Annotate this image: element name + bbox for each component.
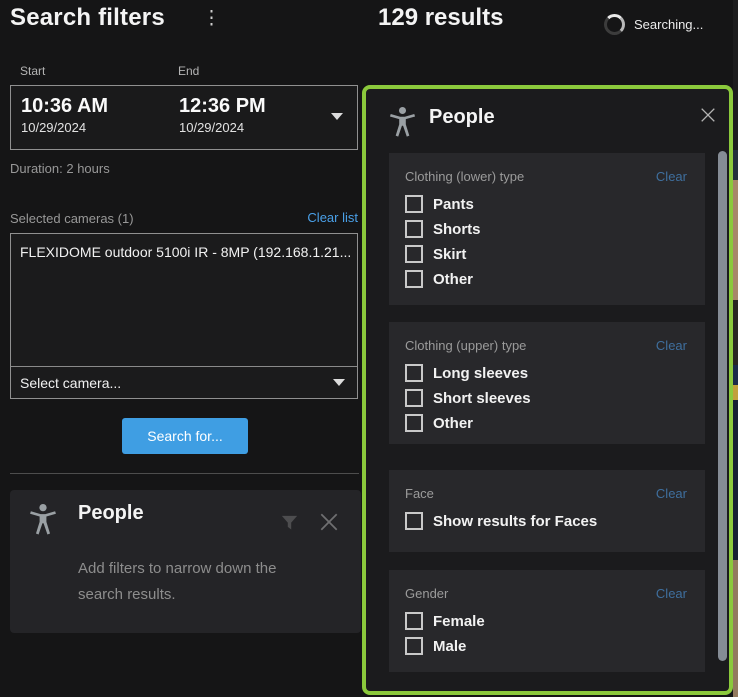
searching-status: Searching...: [634, 17, 703, 32]
checkbox-label: Other: [433, 415, 473, 432]
duration-text: Duration: 2 hours: [10, 161, 110, 176]
results-edge-strip: [733, 300, 738, 365]
close-icon[interactable]: [318, 511, 340, 533]
section-label: Clothing (upper) type: [405, 338, 526, 353]
checkbox[interactable]: [405, 364, 423, 382]
results-edge-strip: [733, 0, 738, 150]
checkbox[interactable]: [405, 414, 423, 432]
scrollbar-thumb[interactable]: [718, 151, 727, 661]
checkbox-label: Pants: [433, 196, 474, 213]
clear-link[interactable]: Clear: [656, 169, 687, 184]
filter-section-face: Face Clear Show results for Faces: [389, 470, 705, 552]
selected-cameras-label: Selected cameras (1): [10, 211, 134, 226]
select-camera-dropdown[interactable]: Select camera...: [11, 366, 357, 398]
checkbox-label: Long sleeves: [433, 365, 528, 382]
person-icon: [389, 107, 416, 140]
results-edge-strip: [733, 400, 738, 560]
checkbox-label: Shorts: [433, 221, 481, 238]
end-time[interactable]: 12:36 PM: [179, 95, 266, 117]
close-icon[interactable]: [699, 106, 717, 124]
checkbox[interactable]: [405, 270, 423, 288]
checkbox-label: Show results for Faces: [433, 513, 597, 530]
checkbox[interactable]: [405, 195, 423, 213]
results-edge-strip: [733, 180, 738, 300]
checkbox[interactable]: [405, 245, 423, 263]
results-edge-strip: [733, 560, 738, 697]
checkbox-row-show-faces[interactable]: Show results for Faces: [405, 512, 687, 530]
popup-title: People: [429, 106, 495, 129]
checkbox-row-short-sleeves[interactable]: Short sleeves: [405, 389, 687, 407]
checkbox-label: Skirt: [433, 246, 466, 263]
loading-spinner-icon: [604, 14, 625, 35]
page-title: Search filters: [10, 4, 165, 32]
time-range-picker[interactable]: 10:36 AM 10/29/2024 12:36 PM 10/29/2024: [10, 85, 358, 150]
camera-list-item[interactable]: FLEXIDOME outdoor 5100i IR - 8MP (192.16…: [20, 244, 350, 260]
end-label: End: [178, 64, 199, 78]
people-card-title: People: [78, 502, 144, 525]
selected-cameras-list: FLEXIDOME outdoor 5100i IR - 8MP (192.16…: [10, 233, 358, 399]
results-edge-strip: [733, 365, 738, 385]
clear-link[interactable]: Clear: [656, 586, 687, 601]
section-label: Clothing (lower) type: [405, 169, 524, 184]
checkbox[interactable]: [405, 220, 423, 238]
start-time[interactable]: 10:36 AM: [21, 95, 108, 117]
checkbox-row-skirt[interactable]: Skirt: [405, 245, 687, 263]
clear-link[interactable]: Clear: [656, 338, 687, 353]
chevron-down-icon: [333, 379, 345, 386]
checkbox-label: Female: [433, 613, 485, 630]
select-camera-placeholder: Select camera...: [20, 375, 121, 391]
checkbox[interactable]: [405, 612, 423, 630]
filter-icon[interactable]: [281, 515, 298, 532]
checkbox-row-other-lower[interactable]: Other: [405, 270, 687, 288]
checkbox-row-pants[interactable]: Pants: [405, 195, 687, 213]
person-icon: [29, 504, 57, 538]
filter-section-clothing-lower: Clothing (lower) type Clear Pants Shorts…: [389, 153, 705, 305]
checkbox-row-female[interactable]: Female: [405, 612, 687, 630]
checkbox-label: Other: [433, 271, 473, 288]
checkbox[interactable]: [405, 512, 423, 530]
checkbox[interactable]: [405, 637, 423, 655]
checkbox-row-long-sleeves[interactable]: Long sleeves: [405, 364, 687, 382]
search-for-button[interactable]: Search for...: [122, 418, 248, 454]
start-date[interactable]: 10/29/2024: [21, 120, 108, 135]
kebab-menu-icon[interactable]: ⋮: [202, 9, 221, 28]
clear-list-link[interactable]: Clear list: [307, 210, 358, 225]
people-filter-card: People Add filters to narrow down the se…: [10, 490, 361, 633]
results-edge-strip: [733, 150, 738, 180]
checkbox[interactable]: [405, 389, 423, 407]
end-date[interactable]: 10/29/2024: [179, 120, 266, 135]
people-card-description: Add filters to narrow down the search re…: [78, 556, 313, 609]
checkbox-label: Short sleeves: [433, 390, 531, 407]
section-label: Gender: [405, 586, 448, 601]
start-label: Start: [20, 64, 45, 78]
search-filters-screen: Search filters ⋮ 129 results Searching..…: [0, 0, 738, 697]
section-divider: [10, 473, 359, 474]
chevron-down-icon[interactable]: [331, 113, 343, 120]
people-filter-popup: People Clothing (lower) type Clear Pants…: [362, 85, 733, 695]
section-label: Face: [405, 486, 434, 501]
clear-link[interactable]: Clear: [656, 486, 687, 501]
results-count: 129 results: [378, 4, 503, 32]
checkbox-label: Male: [433, 638, 466, 655]
filter-section-gender: Gender Clear Female Male: [389, 570, 705, 672]
checkbox-row-shorts[interactable]: Shorts: [405, 220, 687, 238]
checkbox-row-male[interactable]: Male: [405, 637, 687, 655]
filter-section-clothing-upper: Clothing (upper) type Clear Long sleeves…: [389, 322, 705, 444]
results-edge-strip: [733, 385, 738, 400]
checkbox-row-other-upper[interactable]: Other: [405, 414, 687, 432]
